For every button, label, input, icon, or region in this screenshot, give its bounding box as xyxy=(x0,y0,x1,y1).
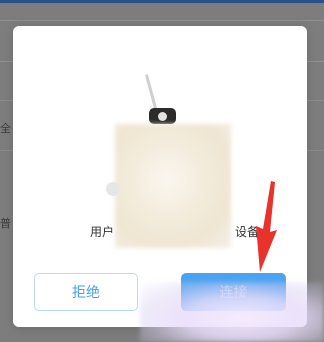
reject-button[interactable]: 拒绝 xyxy=(34,273,138,311)
decorative-dot xyxy=(106,182,120,196)
red-arrow-icon xyxy=(256,181,277,272)
red-arrow-shape xyxy=(256,181,277,272)
camera-mount xyxy=(145,74,158,112)
background-topbar xyxy=(0,0,324,3)
dialog-description-start: 用户 xyxy=(90,225,115,239)
blurred-region xyxy=(115,124,231,248)
camera-lens xyxy=(158,112,167,121)
watermark xyxy=(140,282,324,342)
background-label: 全 xyxy=(0,122,11,135)
screen: 全 普 用户 设备 拒绝 连接 xyxy=(0,0,324,342)
background-label: 普 xyxy=(0,217,11,230)
reject-button-label: 拒绝 xyxy=(72,285,100,301)
